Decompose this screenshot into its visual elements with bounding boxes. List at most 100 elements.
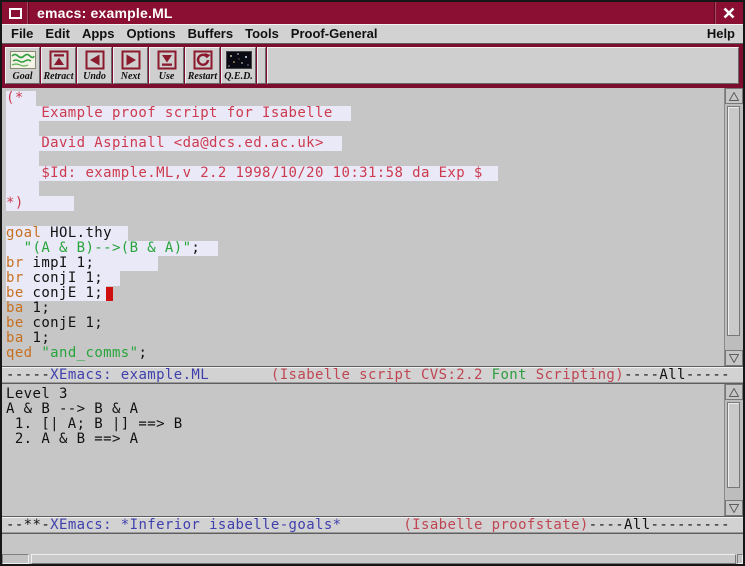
toolbar-button-label: Retract — [44, 71, 74, 82]
code-token: Example proof script for Isabelle — [6, 105, 333, 121]
code-line: David Aspinall <da@dcs.ed.ac.uk> — [6, 136, 724, 151]
code-token: $Id: example.ML,v 2.2 1998/10/20 10:31:5… — [6, 165, 483, 181]
code-token: be — [6, 285, 24, 301]
restart-icon — [193, 49, 213, 71]
locked-region-highlight — [6, 181, 39, 196]
scroll-up-arrow[interactable] — [725, 88, 743, 104]
xemacs-window: emacs: example.ML FileEditAppsOptionsBuf… — [0, 0, 745, 566]
menu-item-help[interactable]: Help — [701, 25, 743, 43]
toolbar-button-next[interactable]: Next — [113, 47, 148, 84]
menu-item-apps[interactable]: Apps — [76, 25, 121, 43]
window-menu-button[interactable] — [2, 2, 29, 24]
code-line: br impI 1; — [6, 256, 724, 271]
menu-item-options[interactable]: Options — [120, 25, 181, 43]
goals-buffer[interactable]: Level 3A & B --> B & A 1. [| A; B |] ==>… — [2, 384, 724, 516]
minibuffer[interactable] — [2, 534, 743, 553]
menu-item-proof-general[interactable]: Proof-General — [285, 25, 384, 43]
toolbar-button-label: Goal — [13, 71, 33, 82]
menu-item-buffers[interactable]: Buffers — [182, 25, 240, 43]
scrollbar-corner-box[interactable] — [2, 554, 29, 564]
modeline-segment: Scripting) — [527, 367, 624, 383]
code-line — [6, 181, 724, 196]
scroll-thumb[interactable] — [727, 402, 740, 488]
locked-region-highlight: goal HOL.thy — [6, 226, 128, 241]
code-token — [6, 240, 24, 256]
toolbar-button-label: Undo — [83, 71, 106, 82]
code-line: be conjE 1; — [6, 316, 724, 331]
code-line: goal HOL.thy — [6, 226, 724, 241]
modeline-segment: ----All--------- — [589, 517, 730, 533]
code-token: 1; — [24, 330, 51, 346]
code-token: ba — [6, 330, 24, 346]
code-line: be conjE 1; — [6, 286, 724, 301]
toolbar-button-restart[interactable]: Restart — [185, 47, 220, 84]
code-token: be — [6, 315, 24, 331]
menu-item-file[interactable]: File — [5, 25, 39, 43]
scroll-thumb[interactable] — [727, 106, 740, 336]
toolbar-button-label: Q.E.D. — [224, 71, 253, 82]
script-buffer-row: (* Example proof script for Isabelle Dav… — [2, 88, 743, 366]
code-token: 2. A & B ==> A — [6, 431, 138, 447]
code-token: *) — [6, 195, 24, 211]
locked-region-highlight: "(A & B)-->(B & A)"; — [6, 241, 218, 256]
code-line: Level 3 — [6, 387, 724, 402]
code-token: br — [6, 255, 24, 271]
menubar: FileEditAppsOptionsBuffersToolsProof-Gen… — [2, 24, 743, 44]
code-line: ba 1; — [6, 301, 724, 316]
close-button[interactable] — [714, 2, 743, 24]
locked-region-highlight: (* — [6, 91, 36, 106]
menu-item-tools[interactable]: Tools — [239, 25, 285, 43]
goals-modeline: --**-XEmacs: *Inferior isabelle-goals* (… — [2, 516, 743, 534]
bottom-scrollbar — [2, 553, 743, 564]
qed-image-icon — [226, 49, 252, 71]
code-line: *) — [6, 196, 724, 211]
next-icon — [121, 49, 141, 71]
script-modeline: -----XEmacs: example.ML (Isabelle script… — [2, 366, 743, 384]
code-token: Level 3 — [6, 386, 68, 402]
scrollbar-right-box[interactable] — [737, 554, 743, 564]
code-token: ; — [191, 240, 200, 256]
code-token: conjI 1; — [24, 270, 103, 286]
toolbar-button-qed[interactable]: Q.E.D. — [221, 47, 256, 84]
code-line: $Id: example.ML,v 2.2 1998/10/20 10:31:5… — [6, 166, 724, 181]
code-line: 1. [| A; B |] ==> B — [6, 417, 724, 432]
window-icon — [9, 8, 22, 19]
toolbar-button-goal[interactable]: Goal — [5, 47, 40, 84]
modeline-segment — [342, 517, 404, 533]
scroll-down-arrow[interactable] — [725, 500, 743, 516]
modeline-segment: Font — [492, 367, 527, 383]
script-buffer[interactable]: (* Example proof script for Isabelle Dav… — [2, 88, 724, 366]
scroll-down-arrow[interactable] — [725, 350, 743, 366]
code-line: A & B --> B & A — [6, 402, 724, 417]
close-icon — [723, 7, 735, 19]
toolbar-button-label: Next — [121, 71, 140, 82]
goals-scrollbar[interactable] — [724, 384, 743, 516]
toolbar-button-undo[interactable]: Undo — [77, 47, 112, 84]
code-line: ba 1; — [6, 331, 724, 346]
code-line: qed "and_comms"; — [6, 346, 724, 361]
text-cursor — [106, 287, 113, 301]
modeline-segment: ----- — [6, 367, 50, 383]
retract-icon — [49, 49, 69, 71]
code-line: "(A & B)-->(B & A)"; — [6, 241, 724, 256]
code-line — [6, 121, 724, 136]
horizontal-scroll-thumb[interactable] — [31, 554, 736, 564]
toolbar-button-retract[interactable]: Retract — [41, 47, 76, 84]
script-scrollbar[interactable] — [724, 88, 743, 366]
locked-region-highlight: br impI 1; — [6, 256, 158, 271]
modeline-segment: XEmacs: example.ML — [50, 367, 209, 383]
toolbar-button-use[interactable]: Use — [149, 47, 184, 84]
code-token: ba — [6, 300, 24, 316]
toolbar-filler — [267, 47, 739, 84]
code-token: ; — [138, 345, 147, 361]
scroll-up-arrow[interactable] — [725, 384, 743, 400]
modeline-segment: --**- — [6, 517, 50, 533]
locked-region-highlight: be conjE 1; — [6, 286, 106, 301]
menu-item-edit[interactable]: Edit — [39, 25, 76, 43]
locked-region-highlight: *) — [6, 196, 74, 211]
goals-buffer-row: Level 3A & B --> B & A 1. [| A; B |] ==>… — [2, 384, 743, 516]
toolbar-button-label: Use — [159, 71, 175, 82]
code-line: br conjI 1; — [6, 271, 724, 286]
code-token: br — [6, 270, 24, 286]
modeline-segment: ----All----- — [624, 367, 730, 383]
